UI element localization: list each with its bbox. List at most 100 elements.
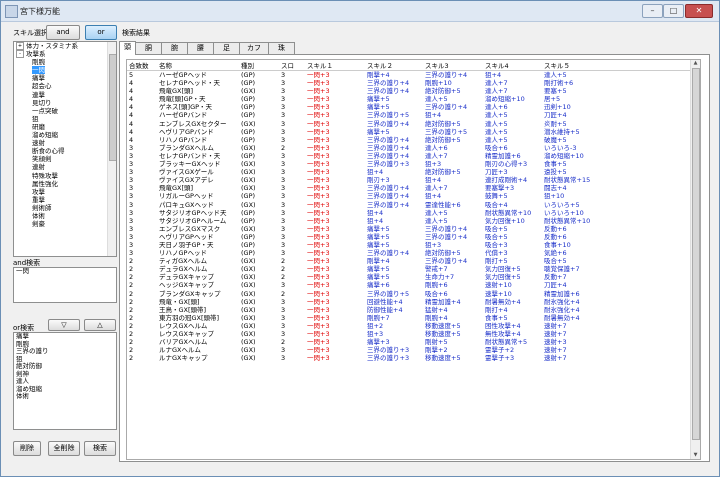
table-row[interactable]: 4 飛竜GX[頭] (GX) 3 一閃+3 三界の護り+4 絶対防御+5 達人+7 要塞+5 bbox=[127, 87, 690, 95]
table-row[interactable]: 3 天日ノ羽子GP・天 (GP) 3 一閃+3 痛撃+5 狙+3 吸合+3 食事+10 bbox=[127, 241, 690, 249]
table-row[interactable]: 4 リハノGPバンド (GP) 3 一閃+3 三界の護り+4 絶対防御+5 達人+5 破魔+5 bbox=[127, 136, 690, 144]
table-row[interactable]: 2 バリアGXヘルム (GX) 2 一閃+3 痛撃+3 剛射+5 耐状態異常+5 速射+3 bbox=[127, 338, 690, 346]
list-item[interactable]: 絶対防御 bbox=[14, 362, 116, 371]
column-header[interactable]: 合致数 bbox=[127, 60, 157, 71]
list-item[interactable]: 体術 bbox=[14, 392, 116, 401]
tree-item[interactable]: 剣術師 bbox=[14, 204, 116, 212]
table-row[interactable]: 2 デュラGXヘルム (GX) 2 一閃+3 痛撃+5 警戒+7 気力回復+5 聴覚保護+7 bbox=[127, 265, 690, 273]
table-row[interactable]: 3 ブラッキーGXヘッド (GX) 3 一閃+3 三界の護り+3 狙+3 剛刃の心得+3 食事+… bbox=[127, 160, 690, 168]
list-item[interactable]: 剣神 bbox=[14, 370, 116, 379]
table-row[interactable]: 2 ルナGXヘルム (GX) 3 一閃+3 三界の護り+3 剛撃+2 霊撃子+2 速射+7 bbox=[127, 346, 690, 354]
tree-item[interactable]: 重撃 bbox=[14, 196, 116, 204]
tree-item[interactable]: 溜め短縮 bbox=[14, 131, 116, 139]
expand-toggle-icon[interactable]: - bbox=[16, 50, 24, 59]
tree-item[interactable]: 攻撃 bbox=[14, 188, 116, 196]
tree-item[interactable]: 断食の心得 bbox=[14, 147, 116, 155]
column-header[interactable]: スキル２ bbox=[365, 60, 423, 71]
table-row[interactable]: 4 セレナGPヘッド・天 (GP) 3 一閃+3 三界の護り+4 剛腕+10 達人+7 剛打術+… bbox=[127, 79, 690, 87]
delete-button[interactable]: 削除 bbox=[13, 441, 41, 456]
column-header[interactable]: スキル１ bbox=[305, 60, 365, 71]
column-header[interactable]: 名称 bbox=[157, 60, 239, 71]
table-row[interactable]: 3 リハノGPヘッド (GP) 3 一閃+3 三界の護り+4 絶対防御+5 代償+3 気絶+6 bbox=[127, 249, 690, 257]
tab-6[interactable]: 珠 bbox=[268, 42, 295, 54]
clear-all-button[interactable]: 全削除 bbox=[48, 441, 80, 456]
table-row[interactable]: 4 エンブレスGXセクター (GX) 3 一閃+3 三界の護り+4 絶対防御+5 達人+5 炎耐… bbox=[127, 120, 690, 128]
tree-item[interactable]: 痛撃 bbox=[14, 74, 116, 82]
tree-item[interactable]: - 攻撃系 bbox=[14, 50, 116, 59]
list-item[interactable]: 痛撃 bbox=[14, 332, 116, 341]
or-button[interactable]: or bbox=[85, 25, 117, 40]
table-row[interactable]: 3 ヴァイスGXゲール (GX) 3 一閃+3 狙+4 絶対防御+5 刀匠+3 遠投+5 bbox=[127, 168, 690, 176]
scroll-down-arrow-icon[interactable]: ▼ bbox=[691, 452, 700, 459]
table-row[interactable]: 3 サタジリオGPヘッド天 (GP) 3 一閃+3 狙+4 達人+5 耐状態異常+10 いろいろ… bbox=[127, 209, 690, 217]
table-row[interactable]: 2 レウスGXキャップ (GX) 3 一閃+3 狙+3 移動速度+5 無性攻撃+4 速射+7 bbox=[127, 330, 690, 338]
column-header[interactable]: 種別 bbox=[239, 60, 279, 71]
and-search-list[interactable]: 一閃 bbox=[13, 267, 117, 303]
table-row[interactable]: 3 エンブレスGXマスク (GX) 3 一閃+3 痛撃+5 三界の護り+4 吸合+5 反動+6 bbox=[127, 225, 690, 233]
tree-item[interactable]: 一閃 bbox=[14, 66, 116, 75]
list-item[interactable]: 三界の護り bbox=[14, 347, 116, 356]
table-row[interactable]: 4 ゲネス[頭]GP・天 (GP) 3 一閃+3 痛撃+5 三界の護り+4 達人+6 迅剣+10 bbox=[127, 103, 690, 111]
tree-item[interactable]: 連撃 bbox=[14, 91, 116, 99]
table-row[interactable]: 3 ヘヴリアGPヘッド (GP) 3 一閃+3 痛撃+5 三界の護り+4 吸合+5 反動+6 bbox=[127, 233, 690, 241]
result-grid[interactable]: 合致数 名称 種別 スロ スキル１ スキル２ スキル3 スキル4 スキル５ 5 ハーゼGPヘッド (… bbox=[126, 59, 701, 460]
table-row[interactable]: 3 パロキュGXヘッド (GX) 3 一閃+3 三界の護り+4 霊達性能+6 吸合+4 いろいろ… bbox=[127, 201, 690, 209]
tree-item[interactable]: 連射 bbox=[14, 163, 116, 171]
tree-item[interactable]: 一点突破 bbox=[14, 107, 116, 115]
tab-2[interactable]: 腕 bbox=[161, 42, 188, 54]
list-item[interactable]: 一閃 bbox=[14, 267, 116, 276]
table-row[interactable]: 3 ヴァイスGXアデレ (GX) 3 一閃+3 剛刃+3 狙+4 連打成剛術+4 耐状態異常+1… bbox=[127, 176, 690, 184]
minimize-button[interactable]: – bbox=[642, 4, 663, 18]
result-grid-scrollbar[interactable]: ▲ ▼ bbox=[690, 60, 700, 459]
tab-3[interactable]: 腰 bbox=[187, 42, 214, 54]
tab-1[interactable]: 胴 bbox=[135, 42, 162, 54]
or-search-list[interactable]: 痛撃 剛腕 三界の護り狙絶対防御 剣神 達人 溜め短縮 体術 bbox=[13, 332, 117, 430]
move-up-button[interactable]: △ bbox=[84, 319, 116, 331]
scroll-up-arrow-icon[interactable]: ▲ bbox=[691, 60, 700, 67]
table-row[interactable]: 3 ブランダGXヘルム (GX) 2 一閃+3 三界の護り+4 達人+6 吸合+6 いろいろ-3 bbox=[127, 144, 690, 152]
column-header[interactable]: スキル4 bbox=[483, 60, 542, 71]
tab-0[interactable]: 頭 bbox=[119, 41, 136, 55]
table-row[interactable]: 2 ティガGXヘルム (GX) 2 一閃+3 剛撃+4 三界の護り+4 剛打+5 吸合+5 bbox=[127, 257, 690, 265]
skill-tree[interactable]: + 体力・スタミナ系 - 攻撃系 剛腕 一閃 痛撃 超会心 連撃 見切り 一点突破狙研磨 溜め短縮 速射… bbox=[13, 41, 117, 257]
column-header[interactable]: スキル５ bbox=[542, 60, 690, 71]
table-row[interactable]: 2 デュラGXキャップ (GX) 2 一閃+3 痛撃+5 生命力+7 気力回復+5 反動+7 bbox=[127, 273, 690, 281]
skill-tree-scroll-thumb[interactable] bbox=[109, 54, 116, 161]
tree-item[interactable]: 属性強化 bbox=[14, 180, 116, 188]
column-header[interactable]: スロ bbox=[279, 60, 305, 71]
and-button[interactable]: and bbox=[46, 25, 80, 40]
table-row[interactable]: 3 リガルーGPヘッド (GP) 3 一閃+3 三界の護り+4 狙+4 鼓舞+5 狙+10 bbox=[127, 192, 690, 200]
table-row[interactable]: 3 飛竜GX[頭] (GX) 3 一閃+3 三界の護り+4 達人+7 要塞撃+3 闘志+4 bbox=[127, 184, 690, 192]
tree-item[interactable]: 速射 bbox=[14, 139, 116, 147]
list-item[interactable]: 溜め短縮 bbox=[14, 385, 116, 394]
tree-item[interactable]: + 体力・スタミナ系 bbox=[14, 42, 116, 50]
table-row[interactable]: 2 東方羽の冠GX[頭帯] (GX) 3 一閃+3 剛腕+7 剛腕+4 食事+5 耐暑無効+4 bbox=[127, 314, 690, 322]
table-row[interactable]: 2 ヘッジGXキャップ (GX) 3 一閃+3 痛撃+6 剛腕+6 速射+10 刀匠+4 bbox=[127, 281, 690, 289]
search-button[interactable]: 検索 bbox=[84, 441, 116, 456]
tree-item[interactable]: 剛腕 bbox=[14, 58, 116, 66]
table-row[interactable]: 4 ヘヴリアGPバンド (GP) 3 一閃+3 痛撃+5 三界の護り+5 達人+5 潜水維持+5 bbox=[127, 128, 690, 136]
column-header[interactable]: スキル3 bbox=[423, 60, 483, 71]
tree-item[interactable]: 狙 bbox=[14, 115, 116, 123]
table-row[interactable]: 3 セレナGPバンド・天 (GP) 3 一閃+3 三界の護り+4 達人+7 精霊加護+6 溜め短… bbox=[127, 152, 690, 160]
table-row[interactable]: 2 ルナGXキャップ (GX) 3 一閃+3 三界の護り+3 移動速度+5 霊撃子+3 速射+7 bbox=[127, 354, 690, 362]
tree-item[interactable]: 体術 bbox=[14, 212, 116, 220]
tab-4[interactable]: 足 bbox=[213, 42, 240, 54]
tree-item[interactable]: 特殊攻撃 bbox=[14, 172, 116, 180]
tree-item[interactable]: 笑顔剣 bbox=[14, 155, 116, 163]
table-row[interactable]: 3 サタジリオGPヘルーム (GP) 3 一閃+3 狙+4 達人+5 気力回復+10 耐状態異常… bbox=[127, 217, 690, 225]
close-button[interactable]: ✕ bbox=[685, 4, 713, 18]
tree-item[interactable]: 剣豪 bbox=[14, 220, 116, 228]
table-row[interactable]: 4 飛竜[頭]GP・天 (GP) 3 一閃+3 痛撃+5 達人+5 溜め短縮+10 居+5 bbox=[127, 95, 690, 103]
tab-5[interactable]: カフ bbox=[239, 42, 269, 54]
table-row[interactable]: 2 飛竜・GX[頭] (GX) 3 一閃+3 回避性能+4 精霊加護+4 耐暑無効+4 耐氷強化… bbox=[127, 298, 690, 306]
tree-item[interactable]: 超会心 bbox=[14, 82, 116, 90]
table-row[interactable]: 4 ハーゼGPバンド (GP) 3 一閃+3 三界の護り+5 狙+4 達人+5 刀匠+4 bbox=[127, 111, 690, 119]
table-row[interactable]: 2 王鳥・GX[頭帯] (GX) 3 一閃+3 防御性能+4 猛射+4 剛打+4 耐氷強化+4 bbox=[127, 306, 690, 314]
tree-item[interactable]: 見切り bbox=[14, 99, 116, 107]
table-row[interactable]: 5 ハーゼGPヘッド (GP) 3 一閃+3 剛撃+4 三界の護り+4 狙+4 達人+5 bbox=[127, 71, 690, 80]
table-row[interactable]: 2 ブランダGXキャップ (GX) 2 一閃+3 三界の護り+5 吸合+6 速撃+10 精霊加護… bbox=[127, 290, 690, 298]
move-down-button[interactable]: ▽ bbox=[48, 319, 80, 331]
tree-item[interactable]: 研磨 bbox=[14, 123, 116, 131]
skill-tree-scrollbar[interactable] bbox=[107, 42, 116, 256]
